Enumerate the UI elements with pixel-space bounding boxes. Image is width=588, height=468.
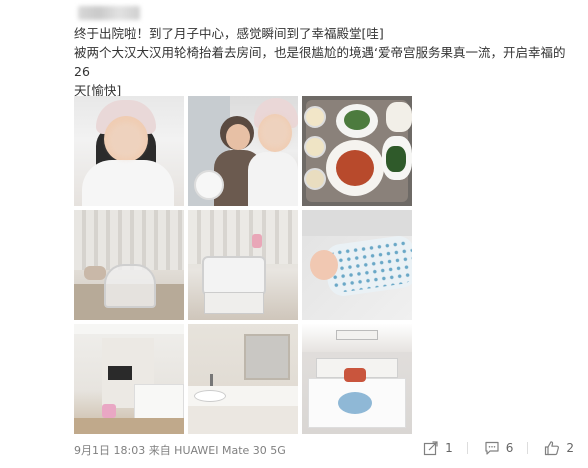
photo-meal-tray[interactable] [302, 96, 412, 206]
photo-crib-room[interactable] [74, 210, 184, 320]
divider [527, 442, 529, 454]
share-count: 1 [445, 441, 453, 455]
thumbs-up-icon [545, 441, 560, 456]
photo-family-with-newborn[interactable] [188, 96, 298, 206]
photo-crib-and-cart[interactable] [188, 210, 298, 320]
like-button[interactable]: 2 [544, 440, 574, 456]
post-text-line: 被两个大汉大汉用轮椅抬着去房间，也是很尴尬的境遇‘爱帝宫服务果真一流，开启幸福的… [74, 45, 566, 79]
photo-sleeping-baby[interactable] [302, 210, 412, 320]
post-actions: 1 6 2 [407, 440, 574, 456]
photo-bathroom-vanity[interactable] [188, 324, 298, 434]
divider [466, 442, 468, 454]
photo-living-room[interactable] [74, 324, 184, 434]
photo-bedroom[interactable] [302, 324, 412, 434]
photo-selfie[interactable] [74, 96, 184, 206]
photo-grid [74, 96, 412, 434]
post-footer: 9月1日 18:03 来自 HUAWEI Mate 30 5G 1 6 2 [74, 440, 574, 458]
like-count: 2 [566, 441, 574, 455]
share-icon [423, 441, 438, 456]
share-button[interactable]: 1 [423, 440, 453, 456]
comment-icon [485, 441, 499, 455]
post-text: 终于出院啦！到了月子中心，感觉瞬间到了幸福殿堂[哇] 被两个大汉大汉用轮椅抬着去… [74, 24, 574, 100]
post-meta: 9月1日 18:03 来自 HUAWEI Mate 30 5G [74, 444, 286, 457]
username-blurred [78, 6, 140, 20]
post-text-line: 终于出院啦！到了月子中心，感觉瞬间到了幸福殿堂[哇] [74, 26, 384, 41]
comment-count: 6 [505, 441, 514, 455]
comment-button[interactable]: 6 [484, 440, 514, 456]
